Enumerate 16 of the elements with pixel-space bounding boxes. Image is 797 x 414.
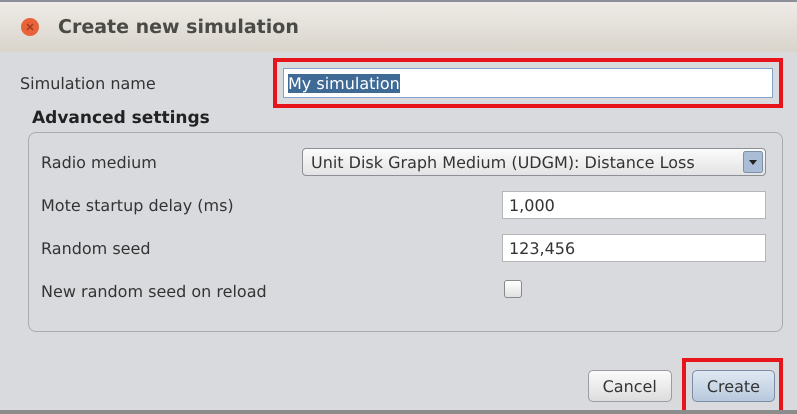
field-label: Simulation name <box>19 74 156 92</box>
setting-label: New random seed on reload <box>41 282 267 300</box>
name-field[interactable]: My simulation <box>283 68 773 98</box>
checkbox[interactable] <box>504 280 522 298</box>
setting-label: Random seed <box>41 238 151 258</box>
caret-icon <box>743 151 763 173</box>
create-button[interactable]: Create <box>692 370 775 402</box>
close-icon[interactable] <box>20 17 40 37</box>
setting-label: Mote startup delay (ms) <box>41 196 234 214</box>
window-title: Create new simulation <box>58 16 299 38</box>
input-field[interactable]: 1,000 <box>502 191 766 219</box>
setting-label: Radio medium <box>41 152 157 172</box>
input-field[interactable]: 123,456 <box>502 234 766 262</box>
cancel-button[interactable]: Cancel <box>588 370 672 402</box>
dropdown[interactable]: Unit Disk Graph Medium (UDGM): Distance Loss <box>302 148 766 176</box>
section-title: Advanced settings <box>32 108 211 128</box>
